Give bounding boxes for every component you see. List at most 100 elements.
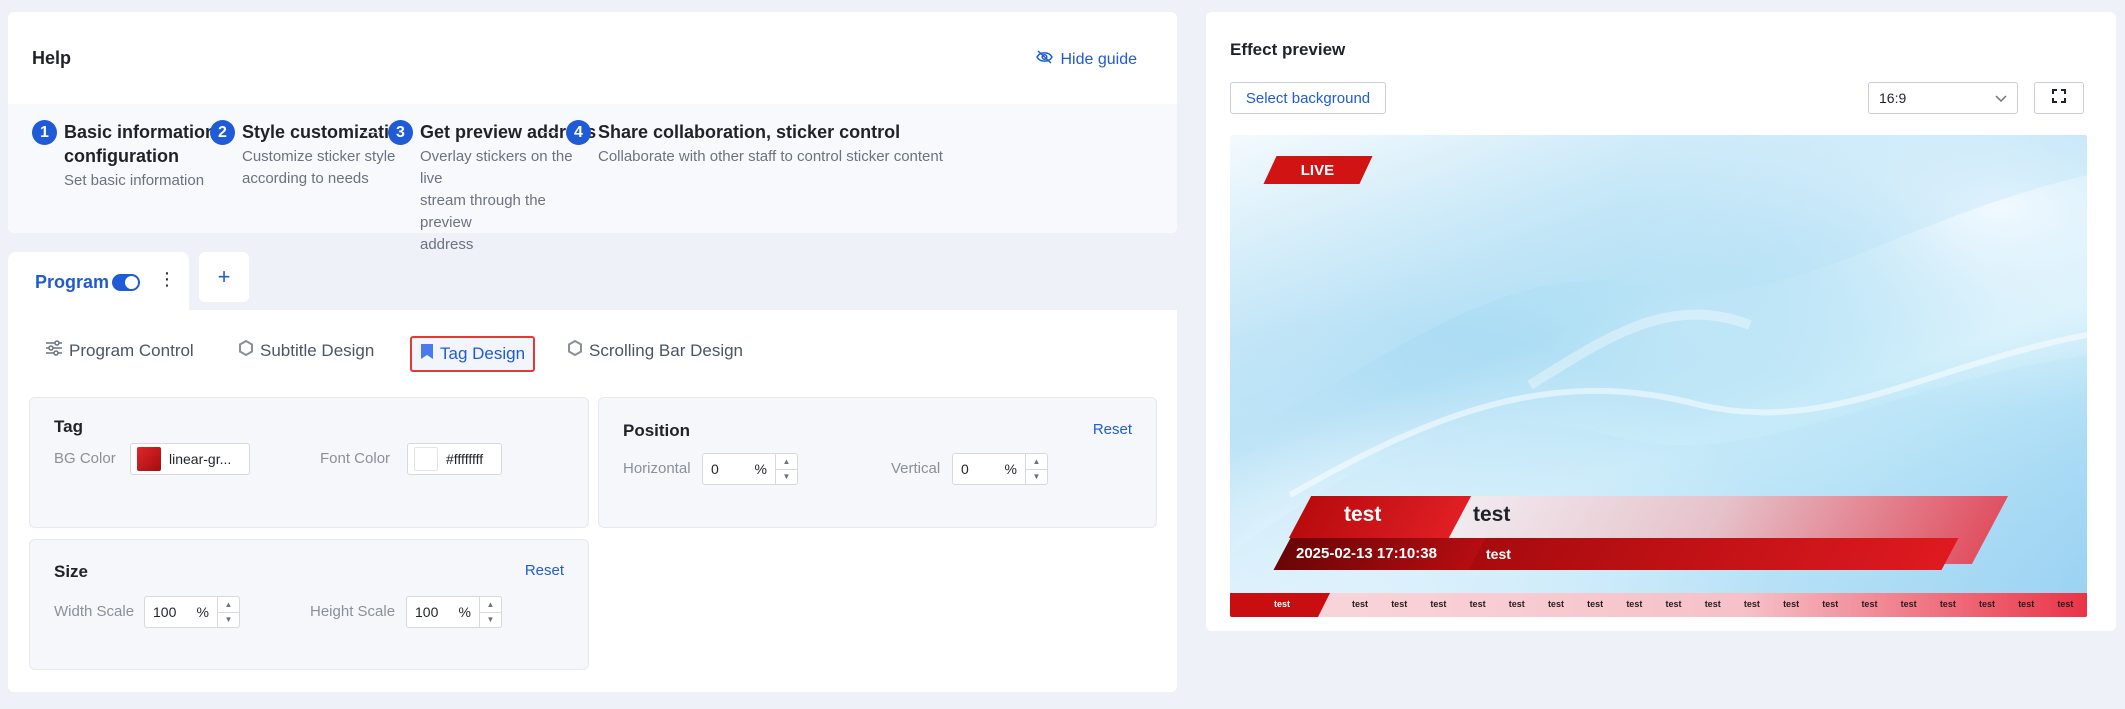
subtitle-band — [1451, 538, 1959, 570]
chevron-down-icon — [1995, 90, 2007, 106]
vertical-stepper[interactable]: ▲ ▼ — [1025, 454, 1047, 484]
chevron-up-icon[interactable]: ▲ — [218, 597, 239, 613]
ticker-item: test — [1783, 599, 1800, 609]
ticker-item: test — [1861, 599, 1878, 609]
scrolling-ticker: test test test test test test test test test tes… — [1230, 593, 2087, 617]
step-number: 4 — [566, 120, 591, 145]
width-scale-label: Width Scale — [54, 603, 135, 620]
vertical-input[interactable]: 0 % ▲ ▼ — [952, 453, 1048, 485]
size-panel-title: Size — [54, 562, 89, 581]
hide-guide-label: Hide guide — [1060, 50, 1138, 68]
step-title: Style customization — [242, 122, 412, 142]
ticker-item: test — [1743, 599, 1760, 609]
font-color-picker[interactable]: #ffffffff — [407, 443, 502, 475]
tab-label: Scrolling Bar Design — [589, 340, 744, 360]
aspect-ratio-value: 16:9 — [1879, 90, 1907, 106]
ticker-item: test — [1547, 599, 1564, 609]
tab-label: Subtitle Design — [260, 340, 375, 360]
chevron-up-icon[interactable]: ▲ — [480, 597, 501, 613]
tag-panel: Tag BG Color linear-gr... Font Color #ff… — [29, 397, 589, 528]
ticker-item: test — [1508, 599, 1525, 609]
ticker-item: test — [1469, 599, 1486, 609]
toggle-knob — [125, 276, 138, 289]
datetime-text: 2025-02-13 17:10:38 — [1296, 545, 1437, 562]
horizontal-label: Horizontal — [623, 460, 691, 477]
ticker-item: test — [2057, 599, 2074, 609]
percent-unit: % — [196, 604, 209, 620]
vertical-label: Vertical — [891, 460, 941, 477]
chevron-down-icon[interactable]: ▼ — [1026, 470, 1047, 485]
bg-color-label: BG Color — [54, 450, 116, 467]
bookmark-icon — [420, 343, 434, 365]
step-desc: Collaborate with other staff to control … — [598, 148, 943, 165]
step-number: 1 — [32, 120, 57, 145]
hexagon-icon — [238, 339, 254, 361]
tag-text: test — [1344, 503, 1382, 526]
hexagon-icon — [567, 339, 583, 361]
tab-program[interactable]: Program ⋮ — [8, 252, 189, 310]
subtitle-text: test — [1486, 546, 1511, 562]
more-vertical-icon[interactable]: ⋮ — [158, 269, 176, 290]
step-desc: Customize sticker style according to nee… — [242, 148, 396, 187]
position-panel-title: Position — [623, 421, 691, 440]
width-scale-value: 100 — [153, 604, 177, 620]
program-content: Program Control Subtitle Design Tag Desi… — [8, 310, 1177, 692]
height-scale-label: Height Scale — [310, 603, 396, 620]
size-reset-button[interactable]: Reset — [525, 562, 564, 579]
ticker-item: test — [1352, 599, 1369, 609]
font-color-label: Font Color — [320, 450, 391, 467]
font-color-value: #ffffffff — [446, 451, 484, 467]
ticker-items: test test test test test test test test test test… — [1352, 599, 2087, 609]
tab-subtitle-design[interactable]: Subtitle Design — [238, 339, 375, 361]
ticker-item: test — [1939, 599, 1956, 609]
ticker-item: test — [1626, 599, 1643, 609]
tab-label: Program Control — [69, 340, 194, 360]
chevron-down-icon[interactable]: ▼ — [776, 470, 797, 485]
step-number: 3 — [388, 120, 413, 145]
add-program-button[interactable]: + — [199, 252, 249, 302]
horizontal-stepper[interactable]: ▲ ▼ — [775, 454, 797, 484]
chevron-up-icon[interactable]: ▲ — [1026, 454, 1047, 470]
program-tab-label: Program — [35, 272, 110, 292]
position-reset-button[interactable]: Reset — [1093, 421, 1132, 438]
horizontal-value: 0 — [711, 461, 719, 477]
bg-color-swatch — [137, 447, 161, 471]
chevron-down-icon[interactable]: ▼ — [480, 613, 501, 628]
size-panel: Size Reset Width Scale 100 % ▲ ▼ Height S… — [29, 539, 589, 670]
aspect-ratio-select[interactable]: 16:9 — [1868, 82, 2018, 114]
step-connector — [540, 132, 558, 133]
width-stepper[interactable]: ▲ ▼ — [217, 597, 239, 627]
chevron-down-icon[interactable]: ▼ — [218, 613, 239, 628]
step-connector — [362, 132, 380, 133]
tab-tag-design[interactable]: Tag Design — [410, 336, 536, 372]
steps-guide: 1 Basic information configuration Set ba… — [8, 104, 1177, 253]
program-toggle[interactable] — [112, 274, 140, 291]
fullscreen-button[interactable] — [2034, 82, 2084, 114]
ticker-item: test — [1704, 599, 1721, 609]
height-scale-input[interactable]: 100 % ▲ ▼ — [406, 596, 502, 628]
eye-off-icon — [1035, 50, 1053, 69]
bg-color-picker[interactable]: linear-gr... — [130, 443, 250, 475]
percent-unit: % — [1004, 461, 1017, 477]
font-color-swatch — [414, 447, 438, 471]
hide-guide-button[interactable]: Hide guide — [1035, 50, 1138, 69]
height-stepper[interactable]: ▲ ▼ — [479, 597, 501, 627]
vertical-value: 0 — [961, 461, 969, 477]
tab-label: Tag Design — [440, 344, 526, 363]
ticker-item: test — [1822, 599, 1839, 609]
step-number: 2 — [210, 120, 235, 145]
ticker-item: test — [1979, 599, 1996, 609]
select-background-button[interactable]: Select background — [1230, 82, 1386, 114]
tab-program-control[interactable]: Program Control — [45, 340, 194, 361]
lower-third-graphic: test test 2025-02-13 17:10:38 test — [1230, 135, 2087, 617]
position-panel: Position Reset Horizontal 0 % ▲ ▼ Vertica… — [598, 397, 1157, 528]
fullscreen-icon — [2052, 88, 2066, 108]
percent-unit: % — [754, 461, 767, 477]
help-card: Help Hide guide 1 Basic information conf… — [8, 12, 1177, 253]
ticker-item: test — [1900, 599, 1917, 609]
tab-scrolling-bar-design[interactable]: Scrolling Bar Design — [567, 339, 744, 361]
step-desc: Overlay stickers on the live stream thro… — [420, 148, 573, 253]
chevron-up-icon[interactable]: ▲ — [776, 454, 797, 470]
horizontal-input[interactable]: 0 % ▲ ▼ — [702, 453, 798, 485]
width-scale-input[interactable]: 100 % ▲ ▼ — [144, 596, 240, 628]
